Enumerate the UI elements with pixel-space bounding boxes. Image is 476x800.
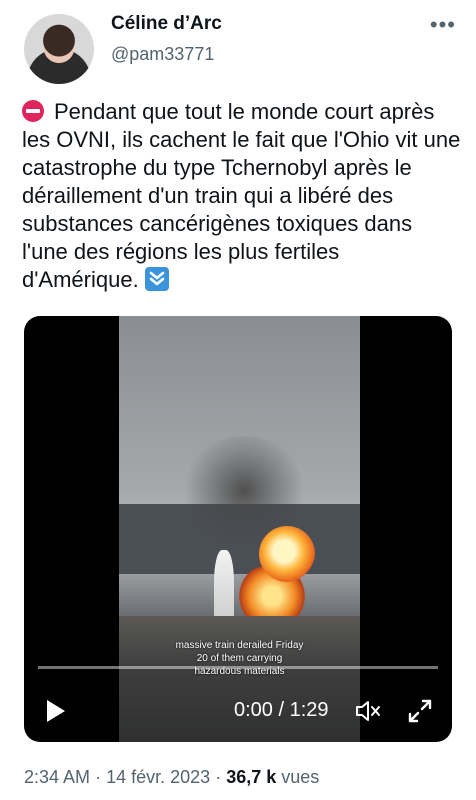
views-label: vues — [281, 767, 320, 787]
fireball — [259, 526, 315, 582]
tweet-text: Pendant que tout le monde court après le… — [22, 98, 462, 294]
caption-line-2: 20 of them carrying — [196, 653, 283, 664]
author-avatar[interactable] — [24, 14, 94, 84]
video-caption: massive train derailed Friday 20 of them… — [119, 639, 360, 678]
video-player[interactable]: massive train derailed Friday 20 of them… — [24, 316, 452, 742]
tweet-date[interactable]: 14 févr. 2023 — [106, 767, 210, 787]
views-count: 36,7 k — [226, 767, 277, 787]
author-handle[interactable]: @pam33771 — [111, 44, 214, 65]
caption-line-1: massive train derailed Friday — [175, 640, 304, 651]
tweet-body: Pendant que tout le monde court après le… — [22, 99, 461, 292]
volume-muted-icon — [356, 701, 380, 721]
fullscreen-button[interactable] — [406, 697, 434, 730]
volume-button[interactable] — [354, 698, 382, 729]
more-options-icon[interactable]: ••• — [430, 12, 456, 38]
play-icon — [47, 700, 65, 722]
video-time: 0:00 / 1:29 — [234, 699, 329, 721]
fullscreen-icon — [408, 699, 432, 723]
meta-separator: · — [215, 767, 222, 787]
down-arrow-icon — [144, 267, 169, 291]
video-frame[interactable]: massive train derailed Friday 20 of them… — [119, 316, 360, 742]
tweet-time[interactable]: 2:34 AM — [24, 767, 90, 787]
meta-separator: · — [95, 767, 102, 787]
play-button[interactable] — [44, 698, 68, 729]
author-name[interactable]: Céline d’Arc — [111, 13, 222, 35]
ground — [119, 616, 360, 742]
video-progress-bar[interactable] — [38, 666, 438, 669]
stop-sign-icon — [22, 100, 44, 122]
tweet-meta: 2:34 AM · 14 févr. 2023 · 36,7 k vues — [24, 767, 319, 788]
